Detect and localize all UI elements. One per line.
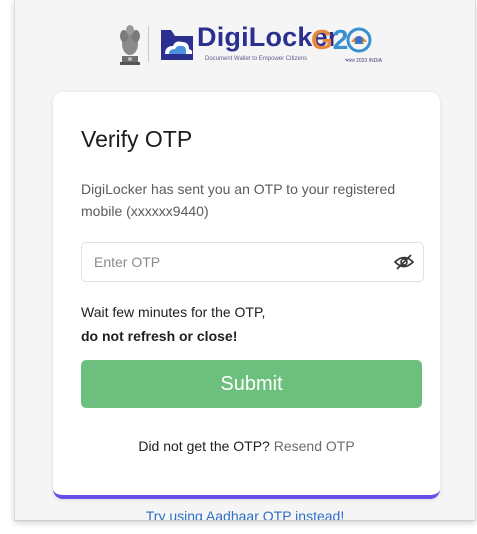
g20-lotus-globe-icon <box>346 27 372 53</box>
digilocker-tagline: Document Wallet to Empower Citizens <box>205 56 308 62</box>
resend-prompt: Did not get the OTP? <box>138 438 274 454</box>
submit-button[interactable]: Submit <box>81 360 422 408</box>
logo-divider <box>148 26 149 62</box>
otp-field <box>81 242 424 282</box>
header-logos: DigiLocker Document Wallet to Empower Ci… <box>15 18 475 74</box>
page-title: Verify OTP <box>81 126 193 152</box>
screenshot-frame: DigiLocker Document Wallet to Empower Ci… <box>0 0 477 534</box>
otp-input[interactable] <box>94 243 384 281</box>
refresh-warning: do not refresh or close! <box>81 328 238 344</box>
g20-wordmark: G2 <box>311 24 349 55</box>
aadhaar-otp-link[interactable]: Try using Aadhaar OTP instead! <box>15 508 475 520</box>
eye-slash-icon[interactable] <box>393 252 415 272</box>
digilocker-cloud-icon <box>161 30 193 60</box>
g20-caption: भारत 2023 INDIA <box>345 58 382 64</box>
verify-otp-card: Verify OTP DigiLocker has sent you an OT… <box>53 92 440 499</box>
national-emblem-icon <box>120 25 140 65</box>
login-panel: DigiLocker Document Wallet to Empower Ci… <box>14 0 476 521</box>
otp-description: DigiLocker has sent you an OTP to your r… <box>81 181 396 219</box>
resend-row: Did not get the OTP? Resend OTP <box>53 438 440 454</box>
resend-otp-link[interactable]: Resend OTP <box>274 438 355 454</box>
wait-message: Wait few minutes for the OTP, <box>81 304 266 320</box>
